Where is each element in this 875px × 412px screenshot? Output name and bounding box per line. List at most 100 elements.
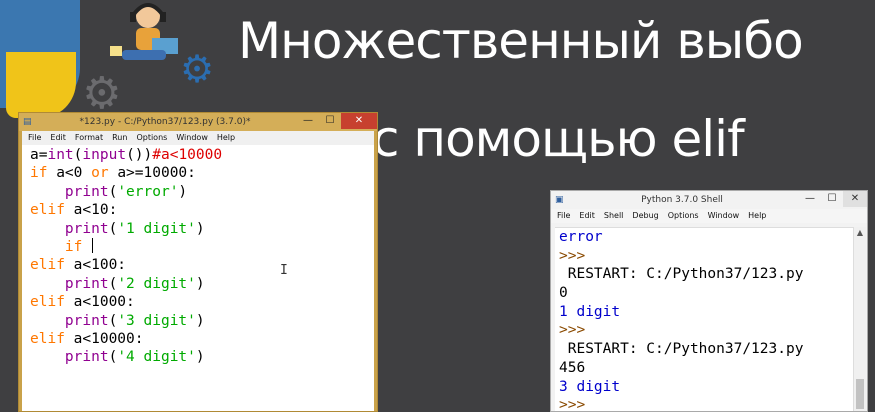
code-token: ( <box>108 312 118 329</box>
menu-file[interactable]: File <box>557 209 570 223</box>
code-line: >>> <box>559 396 853 411</box>
code-token: #a<10000 <box>152 147 223 163</box>
code-token: a<1000: <box>64 294 135 311</box>
code-token: ()) <box>126 147 153 163</box>
code-token: print <box>64 275 109 292</box>
code-token: elif <box>30 330 65 347</box>
code-token: input <box>82 147 127 163</box>
menu-edit[interactable]: Edit <box>579 209 595 223</box>
idle-editor-window[interactable]: ▤ *123.py - C:/Python37/123.py (3.7.0)* … <box>18 112 378 412</box>
shell-output-area[interactable]: error >>> RESTART: C:/Python37/123.py 0 1 d… <box>555 227 853 411</box>
maximize-button[interactable]: ☐ <box>821 191 843 207</box>
code-token: 456 <box>559 359 586 376</box>
code-line: print('4 digit') <box>30 348 374 366</box>
code-line: print('1 digit') <box>30 220 374 238</box>
code-token: >>> <box>559 322 586 339</box>
python-logo-yellow-part <box>6 52 76 118</box>
code-token: if <box>30 165 48 182</box>
code-token: print <box>64 183 109 200</box>
scroll-up-icon[interactable]: ▲ <box>854 227 866 239</box>
python-shell-window[interactable]: ▣ Python 3.7.0 Shell — ☐ ✕ File Edit She… <box>550 190 868 412</box>
code-token: a>=10000: <box>108 165 196 182</box>
shell-lines: error >>> RESTART: C:/Python37/123.py 0 1 d… <box>555 228 853 411</box>
code-line: if <box>30 237 374 256</box>
code-token: elif <box>30 202 65 219</box>
code-token: elif <box>30 294 65 311</box>
code-line: 3 digit <box>559 378 853 397</box>
code-line: RESTART: C:/Python37/123.py <box>559 340 853 359</box>
menu-options[interactable]: Options <box>668 209 699 223</box>
code-token: 3 digit <box>559 378 621 395</box>
code-token: >>> <box>559 397 586 411</box>
code-token: print <box>64 349 109 366</box>
code-token: int <box>47 147 74 163</box>
python-shell-icon: ▣ <box>555 195 564 205</box>
menu-file[interactable]: File <box>28 131 41 145</box>
scroll-thumb[interactable] <box>856 379 864 409</box>
code-line: elif a<10000: <box>30 330 374 348</box>
code-token: or <box>91 165 109 182</box>
menu-format[interactable]: Format <box>75 131 103 145</box>
code-line: print('3 digit') <box>30 312 374 330</box>
code-lines: a=int(input())#a<10000 if a<0 or a>=10000… <box>22 145 374 367</box>
text-caret <box>92 237 94 253</box>
menu-edit[interactable]: Edit <box>50 131 66 145</box>
close-button[interactable]: ✕ <box>341 113 377 129</box>
menu-shell[interactable]: Shell <box>604 209 624 223</box>
code-token: '2 digit' <box>117 275 196 292</box>
menu-run[interactable]: Run <box>112 131 127 145</box>
mascot-illustration <box>110 3 178 60</box>
shell-window-title: Python 3.7.0 Shell <box>641 195 723 205</box>
code-token: a<100: <box>64 257 127 274</box>
code-line: elif a<10: <box>30 201 374 219</box>
code-token: 'error' <box>117 183 179 200</box>
menu-help[interactable]: Help <box>217 131 235 145</box>
menu-options[interactable]: Options <box>136 131 167 145</box>
code-token: a= <box>30 147 48 163</box>
gear-icon: ⚙ <box>82 68 122 119</box>
code-line: elif a<1000: <box>30 293 374 311</box>
menu-window[interactable]: Window <box>708 209 740 223</box>
code-token: print <box>64 220 109 237</box>
code-line: >>> <box>559 247 853 266</box>
menu-window[interactable]: Window <box>176 131 208 145</box>
menu-help[interactable]: Help <box>748 209 766 223</box>
code-token: RESTART: C:/Python37/123.py <box>559 341 804 358</box>
maximize-button[interactable]: ☐ <box>319 113 341 129</box>
code-editor-area[interactable]: a=int(input())#a<10000 if a<0 or a>=10000… <box>22 145 374 411</box>
shell-titlebar[interactable]: ▣ Python 3.7.0 Shell — ☐ ✕ <box>551 191 867 209</box>
code-token: ) <box>178 183 188 200</box>
slide-title-line-1: Множественный выбо <box>238 12 804 70</box>
code-line: >>> <box>559 321 853 340</box>
code-token: RESTART: C:/Python37/123.py <box>559 266 804 283</box>
menu-debug[interactable]: Debug <box>632 209 658 223</box>
shell-menubar: File Edit Shell Debug Options Window Hel… <box>551 209 867 223</box>
code-token: ( <box>108 275 118 292</box>
code-line: error <box>559 228 853 247</box>
code-token: a<10: <box>64 202 118 219</box>
code-token: ) <box>195 312 205 329</box>
code-line: print('error') <box>30 183 374 201</box>
python-file-icon: ▤ <box>23 117 32 127</box>
editor-window-title: *123.py - C:/Python37/123.py (3.7.0)* <box>79 117 251 127</box>
close-button[interactable]: ✕ <box>843 191 867 207</box>
code-token: ( <box>108 220 118 237</box>
code-line: RESTART: C:/Python37/123.py <box>559 265 853 284</box>
code-line: 1 digit <box>559 303 853 322</box>
code-token: a<0 <box>47 165 92 182</box>
shell-scrollbar[interactable]: ▲ <box>853 227 866 411</box>
minimize-button[interactable]: — <box>297 113 319 129</box>
code-token: print <box>64 312 109 329</box>
code-token: elif <box>30 257 65 274</box>
editor-titlebar[interactable]: ▤ *123.py - C:/Python37/123.py (3.7.0)* … <box>19 113 377 131</box>
code-token: 1 digit <box>559 303 621 320</box>
minimize-button[interactable]: — <box>799 191 821 207</box>
code-line: 0 <box>559 284 853 303</box>
